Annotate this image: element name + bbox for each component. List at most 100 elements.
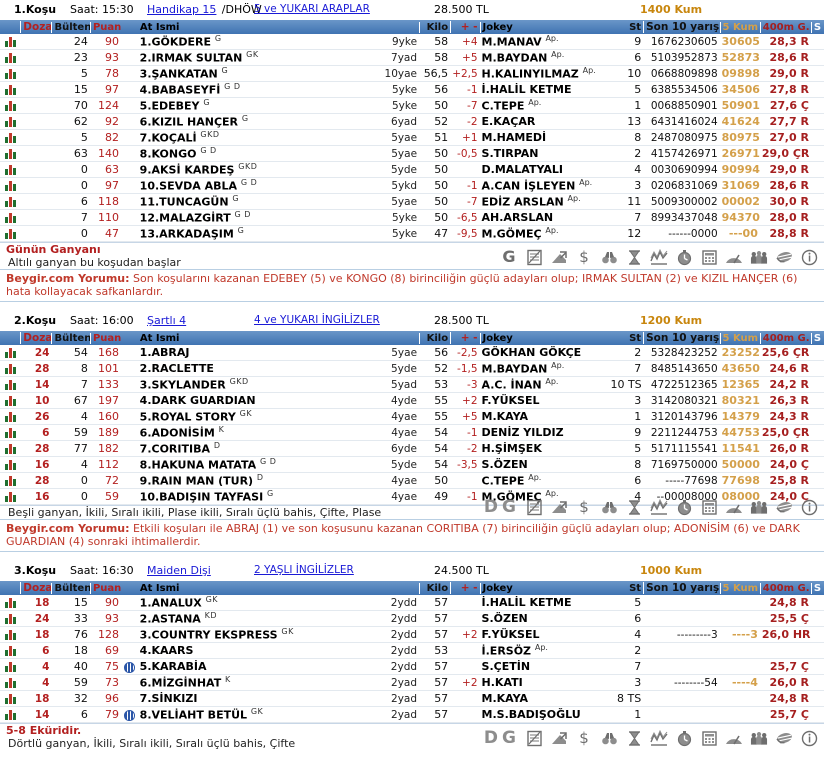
jockey-name-cell[interactable]: S.ÖZEN <box>480 612 609 625</box>
jockey-name-cell[interactable]: F.YÜKSEL <box>480 628 609 641</box>
table-row[interactable]: 1832967.SİNKIZI2yad57M.KAYA8 TS24,8 R <box>0 691 824 707</box>
horse-name-cell[interactable]: 1.GÖKDERE G <box>138 34 381 49</box>
table-row[interactable]: 5783.ŞANKATAN G10yae56,5+2,5H.KALINYILMA… <box>0 66 824 82</box>
form-chart-icon[interactable] <box>0 35 20 48</box>
table-row[interactable]: 1641128.HAKUNA MATATA G D5yde54-3,5S.ÖZE… <box>0 457 824 473</box>
jockey-name-cell[interactable]: DENİZ YILDIZ <box>480 426 609 439</box>
form-chart-icon[interactable] <box>0 458 20 471</box>
bar-chart-icon[interactable] <box>5 69 16 79</box>
table-row[interactable]: 28771827.CORITIBA D6yde54-2H.ŞİMŞEK55171… <box>0 441 824 457</box>
bar-chart-icon[interactable] <box>5 197 16 207</box>
dollar-icon[interactable]: $ <box>575 248 593 266</box>
jockey-name-cell[interactable]: C.TEPE Ap. <box>480 98 609 113</box>
table-row[interactable]: 631408.KONGO G D5yae50-0,5S.TIRPAN241574… <box>0 146 824 162</box>
speed-gauge-icon[interactable] <box>725 729 743 747</box>
bar-chart-icon[interactable] <box>5 213 16 223</box>
tool-icon-bar[interactable]: G$ <box>500 246 818 268</box>
jockey-name-cell[interactable]: M.S.BADIŞOĞLU <box>480 708 609 721</box>
table-row[interactable]: 62926.KIZIL HANÇER G6yad52-2E.KAÇAR13643… <box>0 114 824 130</box>
horse-name-cell[interactable]: 4.DARK GUARDIAN <box>138 394 381 407</box>
trend-up-icon[interactable] <box>550 729 568 747</box>
horse-name-cell[interactable]: 2.ASTANA KD <box>138 611 381 626</box>
table-row[interactable]: 23932.IRMAK SULTAN GK7yad58+5M.BAYDAN Ap… <box>0 50 824 66</box>
hourglass-icon[interactable] <box>625 729 643 747</box>
bar-chart-icon[interactable] <box>5 444 16 454</box>
form-chart-icon[interactable] <box>0 67 20 80</box>
horse-name-cell[interactable]: 9.AKSİ KARDEŞ GKD <box>138 162 381 177</box>
bar-chart-icon[interactable] <box>5 710 16 720</box>
horse-name-cell[interactable]: 6.MİZGİNHAT K <box>138 675 381 690</box>
crowd-icon[interactable] <box>750 248 768 266</box>
jockey-name-cell[interactable]: GÖKHAN GÖKÇE <box>480 346 609 359</box>
form-chart-icon[interactable] <box>0 211 20 224</box>
bar-chart-icon[interactable] <box>5 85 16 95</box>
binoculars-icon[interactable] <box>600 248 618 266</box>
bar-chart-icon[interactable] <box>5 117 16 127</box>
race-type-link[interactable]: Maiden Dişi <box>147 564 211 577</box>
bar-chart-icon[interactable] <box>5 364 16 374</box>
bar-chart-icon[interactable] <box>5 428 16 438</box>
horse-name-cell[interactable]: 7.SİNKIZI <box>138 692 381 705</box>
form-chart-icon[interactable] <box>0 362 20 375</box>
form-chart-icon[interactable] <box>0 115 20 128</box>
bar-chart-icon[interactable] <box>5 53 16 63</box>
horse-name-cell[interactable]: 4.KAARS <box>138 644 381 657</box>
form-chart-icon[interactable] <box>0 410 20 423</box>
race-type-link[interactable]: Şartlı 4 <box>147 314 186 327</box>
dollar-icon[interactable]: $ <box>575 729 593 747</box>
horse-name-cell[interactable]: 2.RACLETTE <box>138 362 381 375</box>
table-row[interactable]: 6591896.ADONİSİM K4yae54-1DENİZ YILDIZ92… <box>0 425 824 441</box>
bar-chart-icon[interactable] <box>5 37 16 47</box>
table-row[interactable]: 459736.MİZGİNHAT K2yad57+2H.KATI3-------… <box>0 675 824 691</box>
stopwatch-icon[interactable] <box>675 498 693 516</box>
jockey-name-cell[interactable]: M.BAYDAN Ap. <box>480 50 609 65</box>
table-row[interactable]: 2641605.ROYAL STORY GK4yae55+5M.KAYA1312… <box>0 409 824 425</box>
jockey-silks-icon[interactable] <box>775 729 793 747</box>
bar-chart-icon[interactable] <box>5 598 16 608</box>
bar-chart-icon[interactable] <box>5 492 16 502</box>
jockey-name-cell[interactable]: M.KAYA <box>480 692 609 705</box>
horse-name-cell[interactable]: 5.KARABİA <box>138 660 381 673</box>
horse-name-cell[interactable]: 1.ABRAJ <box>138 346 381 359</box>
table-row[interactable]: 24901.GÖKDERE G9yke58+4M.MANAV Ap.916762… <box>0 34 824 50</box>
calculator-icon[interactable] <box>700 248 718 266</box>
badge-d[interactable]: D <box>484 730 498 747</box>
form-chart-icon[interactable] <box>0 163 20 176</box>
form-chart-icon[interactable] <box>0 51 20 64</box>
google-icon[interactable]: G <box>500 248 518 266</box>
bar-chart-icon[interactable] <box>5 476 16 486</box>
table-row[interactable]: 146798.VELİAHT BETÜL GK2yad57M.S.BADIŞOĞ… <box>0 707 824 723</box>
table-row[interactable]: 1471333.SKYLANDER GKD5yad53-3A.C. İNAN A… <box>0 377 824 393</box>
bar-chart-icon[interactable] <box>5 646 16 656</box>
bar-chart-icon[interactable] <box>5 630 16 640</box>
jockey-silks-icon[interactable] <box>775 248 793 266</box>
horse-name-cell[interactable]: 1.ANALUX GK <box>138 595 381 610</box>
jockey-silks-icon[interactable] <box>775 498 793 516</box>
bar-chart-icon[interactable] <box>5 165 16 175</box>
calculator-icon[interactable] <box>700 729 718 747</box>
form-chart-icon[interactable] <box>0 644 20 657</box>
info-icon[interactable] <box>800 248 818 266</box>
form-chart-icon[interactable] <box>0 490 20 503</box>
table-row[interactable]: 15974.BABASEYFİ G D5yke56-1İ.HALİL KETME… <box>0 82 824 98</box>
form-chart-icon[interactable] <box>0 378 20 391</box>
table-row[interactable]: 618694.KAARS2ydd53İ.ERSÖZ Ap.2 <box>0 643 824 659</box>
bar-chart-icon[interactable] <box>5 181 16 191</box>
bar-chart-icon[interactable] <box>5 348 16 358</box>
race-category-link[interactable]: 4 ve YUKARI İNGİLİZLER <box>254 314 380 326</box>
jockey-name-cell[interactable]: İ.ERSÖZ Ap. <box>480 643 609 658</box>
table-row[interactable]: 440755.KARABİA2ydd57S.ÇETİN725,7 Ç <box>0 659 824 675</box>
jockey-name-cell[interactable]: F.YÜKSEL <box>480 394 609 407</box>
horse-name-cell[interactable]: 11.TUNCAGÜN G <box>138 194 381 209</box>
jockey-name-cell[interactable]: H.KATI <box>480 676 609 689</box>
form-chart-icon[interactable] <box>525 248 543 266</box>
jockey-name-cell[interactable]: H.KALINYILMAZ Ap. <box>480 66 609 81</box>
form-chart-icon[interactable] <box>0 660 20 673</box>
badge-d[interactable]: D <box>484 499 498 516</box>
bar-chart-icon[interactable] <box>5 229 16 239</box>
graph-line-icon[interactable] <box>650 498 668 516</box>
graph-line-icon[interactable] <box>650 248 668 266</box>
crowd-icon[interactable] <box>750 498 768 516</box>
jockey-name-cell[interactable]: M.MANAV Ap. <box>480 34 609 49</box>
horse-name-cell[interactable]: 8.HAKUNA MATATA G D <box>138 457 381 472</box>
